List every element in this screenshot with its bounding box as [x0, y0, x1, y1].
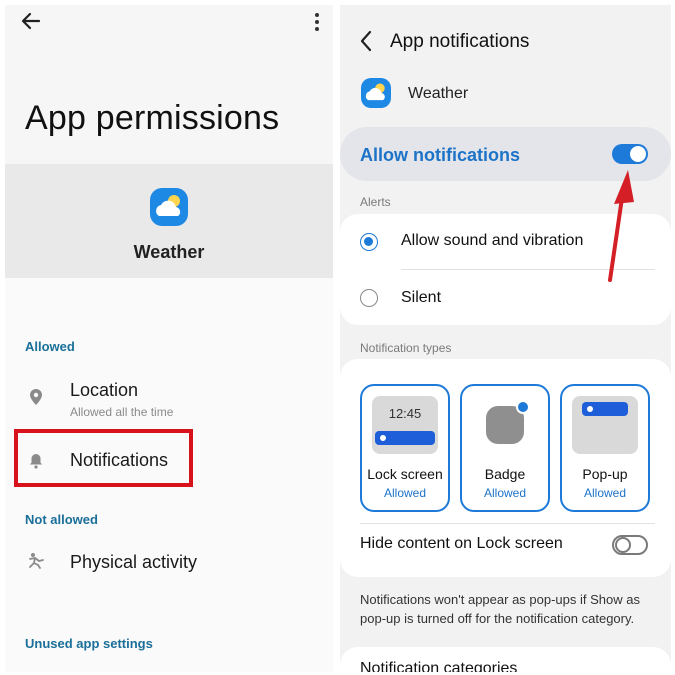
badge-dot-icon — [516, 400, 530, 414]
toggle-knob — [615, 537, 631, 553]
highlight-box — [14, 429, 193, 487]
red-arrow-annotation — [608, 170, 634, 282]
radio-silent[interactable] — [360, 289, 378, 307]
notification-bar — [375, 431, 435, 445]
hide-content-toggle[interactable] — [612, 535, 648, 555]
permission-location[interactable]: Location Allowed all the time — [5, 372, 333, 422]
arrow-left-icon[interactable] — [20, 10, 42, 32]
page-title: App notifications — [390, 31, 530, 52]
chevron-left-icon[interactable] — [358, 30, 374, 52]
allow-notifications-label: Allow notifications — [360, 145, 520, 165]
type-name: Pop-up — [582, 466, 628, 482]
info-note: Notifications won't appear as pop-ups if… — [360, 592, 640, 626]
weather-app-icon — [361, 78, 391, 108]
radio-sound-vibration[interactable] — [360, 233, 378, 251]
weather-app-icon — [150, 188, 188, 226]
app-notifications-screen: App notifications Weather Allow notifica… — [340, 5, 671, 672]
type-status: Allowed — [383, 486, 427, 500]
pop-up-preview — [572, 396, 638, 454]
app-header: Weather — [5, 164, 333, 278]
app-permissions-screen: App permissions Weather Allowed Location… — [5, 5, 333, 672]
notification-types-card: 12:45 Lock screen Allowed Badge Allowed … — [340, 359, 671, 577]
type-status: Allowed — [583, 486, 627, 500]
preview-time: 12:45 — [388, 406, 422, 421]
badge-preview — [472, 396, 538, 454]
permission-physical-activity[interactable]: Physical activity — [5, 538, 333, 588]
notification-categories-row[interactable]: Notification categories — [340, 647, 671, 672]
panel-divider — [333, 0, 340, 675]
permission-title: Physical activity — [70, 552, 198, 572]
notification-categories-label: Notification categories — [360, 660, 518, 672]
running-person-icon — [29, 553, 44, 569]
lock-screen-preview: 12:45 — [372, 396, 438, 454]
app-name: Weather — [408, 85, 469, 102]
section-notification-types: Notification types — [360, 341, 452, 355]
type-name: Badge — [484, 466, 526, 482]
section-alerts: Alerts — [360, 195, 391, 209]
type-lock-screen[interactable]: 12:45 Lock screen Allowed — [360, 384, 450, 512]
type-status: Allowed — [483, 486, 527, 500]
location-pin-icon — [30, 389, 42, 405]
page-title: App permissions — [25, 99, 280, 137]
app-name: Weather — [133, 242, 205, 262]
notification-bar — [582, 402, 628, 416]
section-unused-app-settings: Unused app settings — [25, 636, 153, 651]
more-vertical-icon[interactable] — [307, 11, 327, 33]
type-name: Lock screen — [367, 466, 443, 482]
type-pop-up[interactable]: Pop-up Allowed — [560, 384, 650, 512]
header-area: App permissions — [5, 5, 333, 165]
alert-option-label[interactable]: Silent — [401, 289, 441, 307]
toggle-knob — [630, 146, 646, 162]
section-not-allowed: Not allowed — [25, 512, 98, 527]
allow-notifications-toggle[interactable] — [612, 144, 648, 164]
alert-option-label[interactable]: Allow sound and vibration — [401, 232, 583, 250]
divider — [360, 523, 655, 524]
hide-content-label[interactable]: Hide content on Lock screen — [360, 535, 563, 553]
permission-subtitle: Allowed all the time — [70, 405, 174, 419]
type-badge[interactable]: Badge Allowed — [460, 384, 550, 512]
section-allowed: Allowed — [25, 339, 75, 354]
permission-title: Location — [70, 380, 139, 400]
